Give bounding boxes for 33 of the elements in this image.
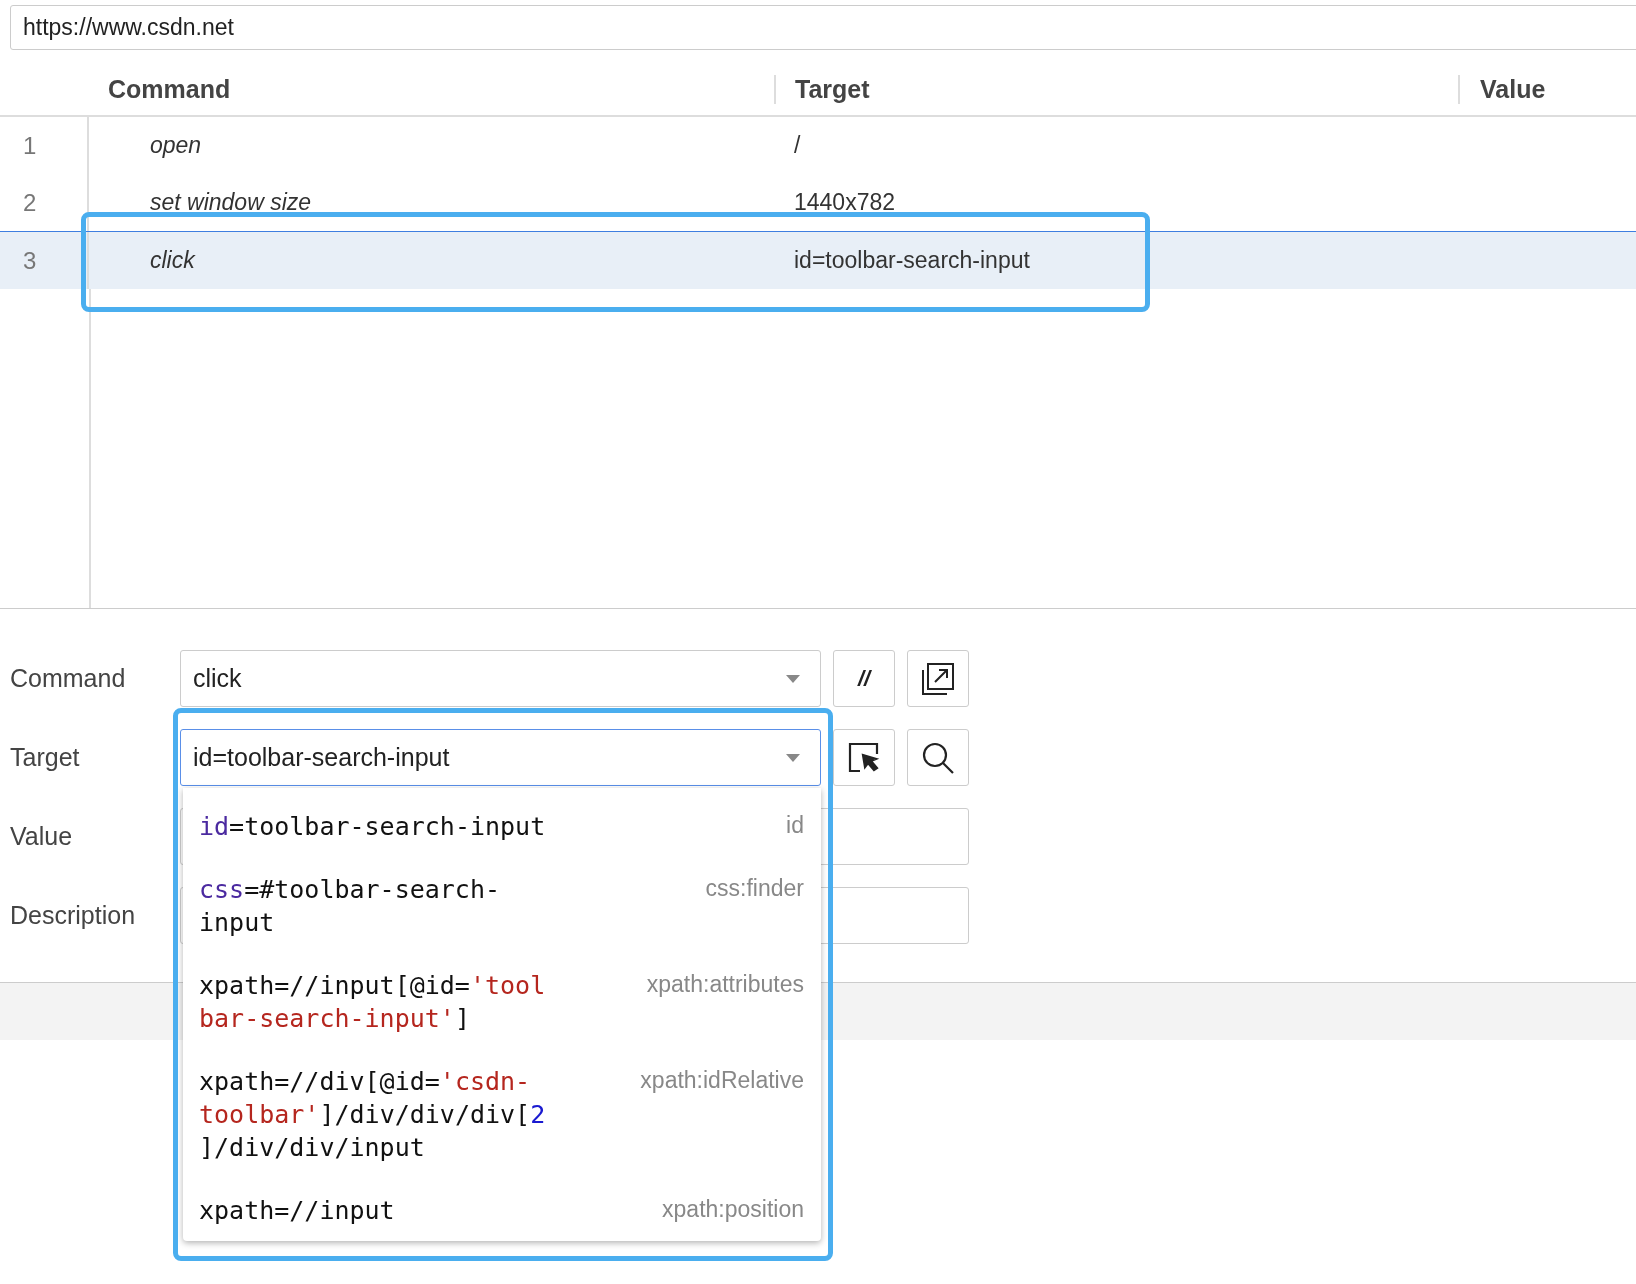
command-cell: open bbox=[150, 132, 202, 158]
target-cell: id=toolbar-search-input bbox=[794, 247, 1030, 273]
suggestion-item[interactable]: xpath=//div[@id='csdn-toolbar']/div/div/div[2 ]/div/div/input xpath:idRelative bbox=[183, 1049, 821, 1178]
column-header[interactable]: Target bbox=[795, 74, 870, 103]
comment-button[interactable]: // bbox=[833, 650, 895, 707]
field-label: Target bbox=[10, 743, 81, 772]
caret-icon bbox=[786, 674, 800, 683]
field-label: Description bbox=[10, 901, 137, 930]
caret-icon bbox=[786, 753, 800, 762]
target-field[interactable]: id=toolbar-search-input bbox=[180, 729, 821, 786]
target-cell: / bbox=[794, 132, 801, 158]
suggestion-item[interactable]: xpath=//input xpath:position bbox=[183, 1178, 821, 1241]
column-header[interactable]: Value bbox=[1480, 74, 1546, 103]
column-header[interactable]: Command bbox=[108, 74, 231, 103]
suggestion-item[interactable]: css=#toolbar-search-input css:finder bbox=[183, 857, 821, 953]
field-label: Command bbox=[10, 664, 127, 693]
command-row[interactable]: 3 click id=toolbar-search-input bbox=[0, 231, 1636, 289]
suggestion-item[interactable]: xpath=//input[@id='toolbar-search-input'] xpath:attributes bbox=[183, 953, 821, 1049]
row-number: 1 bbox=[23, 131, 37, 160]
row-number: 3 bbox=[23, 246, 37, 275]
url-field[interactable]: https://www.csdn.net bbox=[10, 5, 1636, 50]
open-window-icon bbox=[920, 660, 956, 697]
command-field[interactable]: click bbox=[180, 650, 821, 707]
open-window-button[interactable] bbox=[907, 650, 969, 707]
select-element-button[interactable] bbox=[833, 729, 895, 786]
suggestion-item[interactable]: id=toolbar-search-input id bbox=[183, 794, 821, 857]
search-button[interactable] bbox=[907, 729, 969, 786]
command-row[interactable]: 1 open / bbox=[0, 117, 1636, 174]
row-number: 2 bbox=[23, 188, 37, 217]
target-cell: 1440x782 bbox=[794, 189, 896, 215]
command-cell: click bbox=[150, 247, 195, 273]
field-label: Value bbox=[10, 822, 74, 851]
command-cell: set window size bbox=[150, 189, 312, 215]
